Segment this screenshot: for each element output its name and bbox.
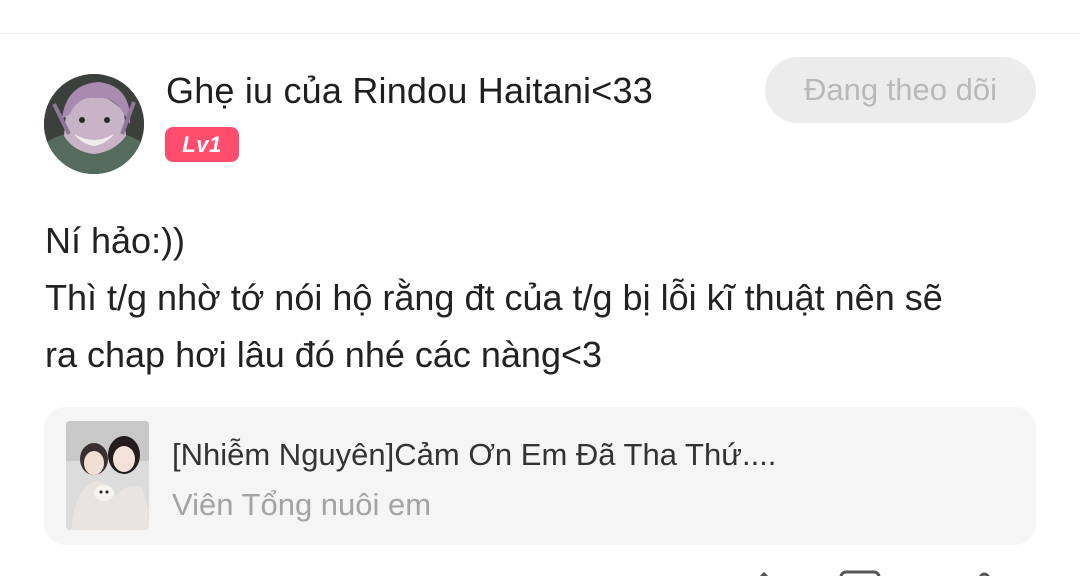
linked-story-card[interactable]: [Nhiễm Nguyên]Cảm Ơn Em Đã Tha Thứ.... V… (44, 407, 1036, 545)
like-icon[interactable] (962, 568, 1006, 576)
linked-story-title: [Nhiễm Nguyên]Cảm Ơn Em Đã Tha Thứ.... (172, 437, 777, 472)
story-cover-image (66, 421, 149, 530)
post-content: Ní hảo:)) Thì t/g nhờ tớ nói hộ rằng đt … (45, 212, 1045, 383)
author-name[interactable]: Ghẹ iu của Rindou Haitani<33 (166, 70, 653, 112)
author-avatar[interactable] (44, 74, 144, 174)
post-content-line: Ní hảo:)) (45, 220, 186, 261)
linked-story-subtitle: Viên Tổng nuôi em (172, 487, 432, 522)
level-badge: Lv1 (165, 127, 239, 162)
post-content-line: Thì t/g nhờ tớ nói hộ rằng đt của t/g bị… (45, 277, 943, 318)
post-action-bar (0, 566, 1080, 576)
share-icon[interactable] (742, 568, 786, 576)
following-button[interactable]: Đang theo dõi (765, 57, 1036, 123)
post-content-line: ra chap hơi lâu đó nhé các nàng<3 (45, 334, 603, 375)
comment-icon[interactable] (838, 568, 882, 576)
